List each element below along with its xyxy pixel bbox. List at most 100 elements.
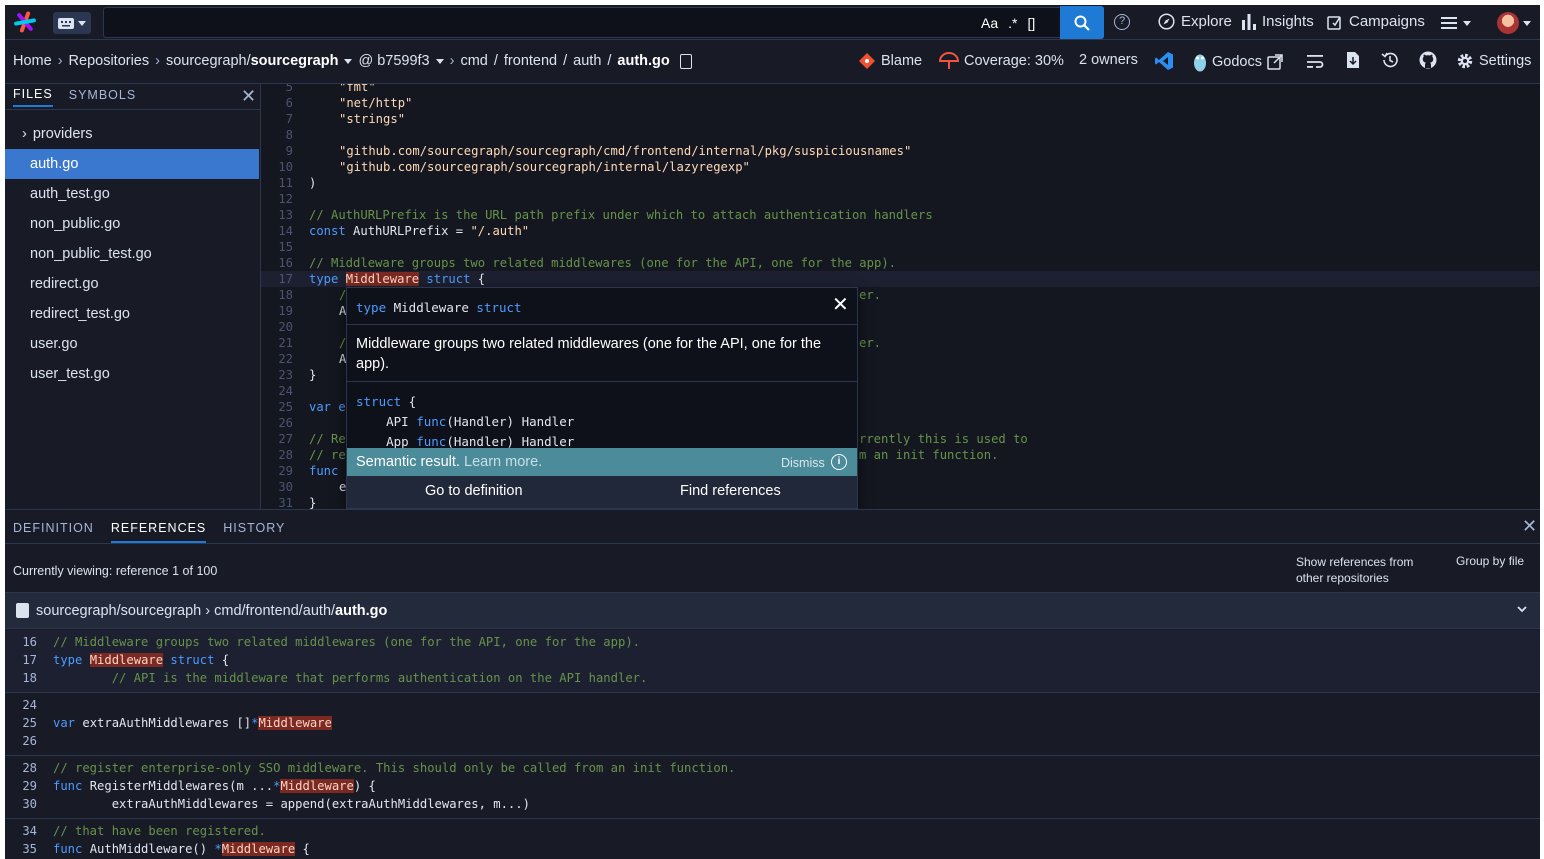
search-input[interactable] <box>103 7 1061 38</box>
close-icon[interactable]: ✕ <box>832 295 849 315</box>
group-by-file-toggle[interactable]: Group by file <box>1456 554 1524 568</box>
divider <box>347 381 857 382</box>
tab-symbols[interactable]: SYMBOLS <box>69 88 136 106</box>
file-header-bar: Home › Repositories › sourcegraph/source… <box>5 40 1540 84</box>
tree-item-user-test-go[interactable]: user_test.go <box>5 359 259 389</box>
tab-history[interactable]: HISTORY <box>223 521 285 543</box>
tree-item-redirect-go[interactable]: redirect.go <box>5 269 259 299</box>
owners-button[interactable]: 2 owners <box>1079 52 1138 68</box>
nav-insights-label: Insights <box>1262 13 1314 30</box>
nav-insights[interactable]: Insights <box>1242 13 1314 30</box>
tree-item-label: providers <box>32 126 93 142</box>
reference-line[interactable]: 24 <box>5 696 1540 714</box>
close-icon[interactable]: ✕ <box>241 87 256 105</box>
tree-item-redirect-test-go[interactable]: redirect_test.go <box>5 299 259 329</box>
reference-line[interactable]: 18 // API is the middleware that perform… <box>5 669 1540 687</box>
search-icon <box>1074 15 1090 31</box>
avatar-chevron-down-icon[interactable] <box>1523 21 1531 26</box>
vscode-icon[interactable] <box>1154 51 1174 71</box>
breadcrumb-home[interactable]: Home <box>13 53 52 69</box>
code-line: 9 "github.com/sourcegraph/sourcegraph/cmd… <box>285 144 912 158</box>
user-avatar[interactable] <box>1497 12 1519 34</box>
chevron-down-icon[interactable] <box>1517 605 1527 613</box>
dismiss-button[interactable]: Dismiss <box>781 456 825 470</box>
divider <box>5 755 1540 756</box>
show-other-repos-toggle[interactable]: Show references from other repositories <box>1296 554 1436 586</box>
reference-line[interactable]: 30 extraAuthMiddlewares = append(extraAu… <box>5 795 1540 813</box>
reference-line[interactable]: 35 func AuthMiddleware() *Middleware { <box>5 840 1540 858</box>
history-icon[interactable] <box>1381 51 1399 69</box>
code-line-highlighted: 17 type Middleware struct { <box>261 271 1540 287</box>
nav-explore-label: Explore <box>1181 13 1232 30</box>
gear-icon <box>1457 53 1473 69</box>
structural-search-toggle[interactable]: [] <box>1027 15 1035 31</box>
breadcrumb-file: auth.go <box>617 53 670 69</box>
hovered-token[interactable]: Middleware <box>345 272 420 286</box>
breadcrumb-path-cmd[interactable]: cmd <box>460 53 487 69</box>
breadcrumb-repo[interactable]: sourcegraph/sourcegraph <box>166 53 338 69</box>
reference-line[interactable]: 16// Middleware groups two related middl… <box>5 633 1540 651</box>
hover-documentation: Middleware groups two related middleware… <box>356 336 822 372</box>
code-line: 7 "strings" <box>285 112 406 126</box>
breadcrumb-repositories[interactable]: Repositories <box>69 53 150 69</box>
reference-line[interactable]: 17 type Middleware struct { <box>5 651 1540 669</box>
menu-button[interactable] <box>1441 17 1471 29</box>
revision-chevron-down-icon[interactable] <box>435 58 444 64</box>
reference-line[interactable]: 25 var extraAuthMiddlewares []*Middleware <box>5 714 1540 732</box>
chevron-right-icon: › <box>449 53 455 69</box>
case-sensitivity-toggle[interactable]: Aa <box>981 15 998 31</box>
repo-chevron-down-icon[interactable] <box>344 58 353 64</box>
divider <box>5 818 1540 819</box>
tab-definition[interactable]: DEFINITION <box>13 521 94 543</box>
sourcegraph-logo-icon[interactable] <box>13 10 37 34</box>
breadcrumb-path-frontend[interactable]: frontend <box>504 53 557 69</box>
close-icon[interactable]: ✕ <box>1522 517 1537 535</box>
blame-label: Blame <box>881 53 923 69</box>
nav-campaigns[interactable]: Campaigns <box>1327 13 1425 30</box>
tree-item-user-go[interactable]: user.go <box>5 329 259 359</box>
tree-item-auth-test-go[interactable]: auth_test.go <box>5 179 259 209</box>
learn-more-link[interactable]: Learn more. <box>464 454 542 470</box>
reference-file-header[interactable]: sourcegraph/sourcegraph › cmd/frontend/a… <box>5 592 1540 629</box>
github-icon[interactable] <box>1419 51 1437 69</box>
hover-tooltip: type Middleware struct ✕ Middleware grou… <box>346 287 858 509</box>
blame-button[interactable]: Blame <box>858 52 922 70</box>
code-line: 5 "fmt" <box>285 84 376 94</box>
coverage-button[interactable]: Coverage: 30% <box>939 52 1064 70</box>
find-references-button[interactable]: Find references <box>680 483 781 499</box>
revision-selector[interactable]: @ b7599f3 <box>358 53 429 69</box>
breadcrumb-path-auth[interactable]: auth <box>573 53 601 69</box>
help-icon[interactable]: ? <box>1114 14 1130 30</box>
bar-chart-icon <box>1242 14 1256 30</box>
godocs-button[interactable]: Godocs <box>1193 52 1283 72</box>
go-to-definition-button[interactable]: Go to definition <box>425 483 523 499</box>
tree-item-providers[interactable]: › providers <box>5 119 259 149</box>
code-line: 10 "github.com/sourcegraph/sourcegraph/in… <box>278 160 750 174</box>
reference-line[interactable]: 26 <box>5 732 1540 750</box>
chevron-right-icon: › <box>57 53 63 69</box>
tab-files[interactable]: FILES <box>13 87 53 107</box>
reference-line[interactable]: 28// register enterprise-only SSO middle… <box>5 759 1540 777</box>
search-button[interactable] <box>1060 6 1104 39</box>
path-separator: / <box>493 53 498 69</box>
tab-references[interactable]: REFERENCES <box>110 521 207 543</box>
reference-line[interactable]: 34// that have been registered. <box>5 822 1540 840</box>
info-icon[interactable]: i <box>831 454 847 470</box>
git-blame-icon <box>859 53 875 69</box>
raw-file-icon[interactable] <box>1346 51 1360 69</box>
search-options: Aa .* [] <box>981 15 1035 31</box>
chevron-right-icon: › <box>155 53 160 69</box>
regex-toggle[interactable]: .* <box>1008 15 1017 31</box>
tree-item-auth-go[interactable]: auth.go <box>5 149 259 179</box>
keyboard-mode-button[interactable] <box>53 12 91 34</box>
tree-item-non-public-test-go[interactable]: non_public_test.go <box>5 239 259 269</box>
wrap-lines-icon[interactable] <box>1307 54 1325 70</box>
tree-item-non-public-go[interactable]: non_public.go <box>5 209 259 239</box>
copy-path-icon[interactable] <box>679 53 692 69</box>
code-line: 8 <box>285 128 293 142</box>
code-line: 13// AuthURLPrefix is the URL path prefi… <box>278 208 933 222</box>
settings-button[interactable]: Settings <box>1456 52 1531 70</box>
nav-campaigns-label: Campaigns <box>1349 13 1425 30</box>
nav-explore[interactable]: Explore <box>1158 13 1232 30</box>
reference-line[interactable]: 29 func RegisterMiddlewares(m ...*Middlew… <box>5 777 1540 795</box>
